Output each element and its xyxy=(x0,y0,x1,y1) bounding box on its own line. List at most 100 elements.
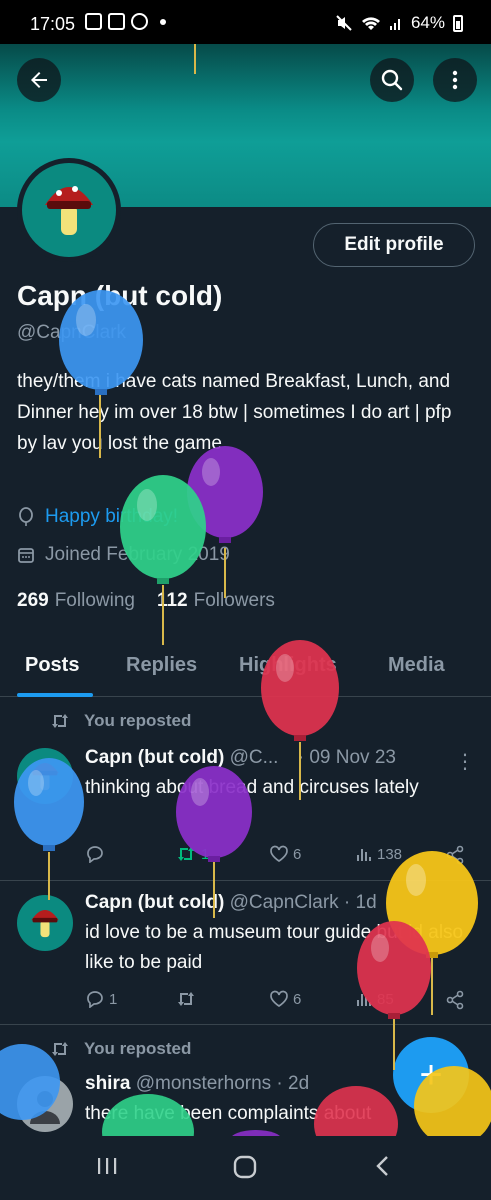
share-button[interactable] xyxy=(445,845,465,865)
signal-icon xyxy=(389,19,400,30)
twitch-notification-icon xyxy=(108,13,125,30)
repost-icon xyxy=(178,992,194,1006)
share-button[interactable] xyxy=(445,990,465,1010)
post-header: Capn (but cold) @CapnClark · 1d xyxy=(85,892,377,914)
balloon-icon xyxy=(19,507,33,526)
following-label: Following xyxy=(54,590,135,611)
home-button[interactable] xyxy=(232,1154,258,1185)
repost-label: You reposted xyxy=(84,711,192,730)
mute-icon xyxy=(336,15,352,31)
tab-replies[interactable]: Replies xyxy=(126,654,197,677)
view-count: 138 xyxy=(377,845,403,863)
edit-profile-button[interactable]: Edit profile xyxy=(313,223,475,267)
views-button[interactable]: 138 xyxy=(355,845,402,863)
joined-text: Joined February 2019 xyxy=(45,544,230,565)
tab-posts[interactable]: Posts xyxy=(25,654,79,677)
repost-indicator: You reposted xyxy=(50,711,191,731)
following-link[interactable]: 269 Following xyxy=(17,590,135,612)
system-back-button[interactable] xyxy=(372,1154,394,1183)
profile-tabs: Posts Replies Highlights Media xyxy=(0,640,491,697)
status-bar: 17:05 64% xyxy=(0,0,491,44)
followers-link[interactable]: 112 Followers xyxy=(157,590,275,612)
tab-highlights[interactable]: Highlights xyxy=(239,654,337,677)
repost-button[interactable]: 1 xyxy=(175,845,209,863)
avatar[interactable] xyxy=(17,895,73,951)
avatar[interactable] xyxy=(17,748,73,804)
mushroom-avatar-image xyxy=(45,186,93,235)
post-author-handle[interactable]: @CapnClark · 1d xyxy=(230,892,377,913)
post-author-name[interactable]: Capn (but cold) xyxy=(85,892,224,913)
post-more-icon[interactable]: ⋮ xyxy=(455,749,475,774)
profile-handle: @CapnClark xyxy=(17,322,127,343)
like-button[interactable]: 6 xyxy=(269,990,301,1008)
search-button[interactable] xyxy=(370,58,414,102)
compose-post-button[interactable]: + xyxy=(393,1037,469,1113)
reply-button[interactable] xyxy=(85,845,109,863)
views-button[interactable]: 85 xyxy=(355,990,394,1008)
profile-name: Capn (but cold) xyxy=(17,280,223,311)
analytics-icon xyxy=(357,849,371,861)
calendar-icon xyxy=(18,548,34,563)
repost-icon xyxy=(52,1042,68,1056)
repost-icon xyxy=(52,714,68,728)
repost-count: 1 xyxy=(201,845,210,863)
mushroom-avatar-image xyxy=(31,762,59,791)
reply-icon xyxy=(87,991,103,1008)
post-text[interactable]: thinking about bread and circuses lately xyxy=(85,773,470,803)
reply-button[interactable]: 1 xyxy=(85,990,117,1008)
post-divider xyxy=(0,880,491,881)
heart-icon xyxy=(270,990,288,1008)
birthday-text: Happy birthday! xyxy=(45,506,179,527)
repost-icon xyxy=(178,847,194,861)
profile-avatar-frame[interactable] xyxy=(17,158,121,262)
post-text[interactable]: id love to be a museum tour guide but id… xyxy=(85,918,470,978)
followers-label: Followers xyxy=(193,590,275,611)
person-avatar-image xyxy=(30,1091,60,1124)
share-icon xyxy=(446,845,464,865)
avatar[interactable] xyxy=(17,1076,73,1132)
joined-row: Joined February 2019 xyxy=(17,544,230,566)
post-header: shira @monsterhorns · 2d xyxy=(85,1073,309,1095)
post-date[interactable]: · 09 Nov 23 xyxy=(298,747,396,768)
post-author-name[interactable]: Capn (but cold) xyxy=(85,747,224,768)
more-vertical-icon xyxy=(452,70,458,90)
more-notifications-dot-icon xyxy=(160,18,166,25)
reply-icon xyxy=(87,846,103,863)
arrow-left-icon xyxy=(31,72,47,88)
share-icon xyxy=(446,990,464,1010)
repost-indicator: You reposted xyxy=(50,1039,191,1059)
like-button[interactable]: 6 xyxy=(269,845,301,863)
recent-apps-button[interactable] xyxy=(95,1154,119,1183)
avatar[interactable] xyxy=(22,163,116,257)
balloon-icon xyxy=(187,446,263,598)
reply-count: 1 xyxy=(109,990,118,1008)
like-count: 6 xyxy=(293,990,302,1008)
home-icon xyxy=(233,1155,257,1179)
following-count: 269 xyxy=(17,590,49,611)
more-options-button[interactable] xyxy=(433,58,477,102)
analytics-icon xyxy=(357,994,371,1006)
status-time: 17:05 xyxy=(30,14,76,34)
tab-media[interactable]: Media xyxy=(388,654,445,677)
post-author-name[interactable]: shira xyxy=(85,1073,130,1094)
email-notification-icon xyxy=(85,13,102,30)
follow-stats: 269 Following 112 Followers xyxy=(17,590,275,612)
search-icon xyxy=(381,69,403,91)
battery-icon xyxy=(453,14,463,32)
followers-count: 112 xyxy=(156,590,188,611)
mushroom-avatar-image xyxy=(31,909,59,938)
system-icons: 64% xyxy=(335,13,463,33)
birthday-row: Happy birthday! xyxy=(17,506,178,528)
notification-icons xyxy=(85,13,166,30)
battery-percent: 64% xyxy=(410,13,445,32)
active-tab-indicator xyxy=(17,693,93,697)
chevron-left-icon xyxy=(376,1156,388,1176)
post-author-handle[interactable]: @monsterhorns · 2d xyxy=(136,1073,309,1094)
post-author-handle[interactable]: @C... xyxy=(230,747,279,768)
back-button[interactable] xyxy=(17,58,61,102)
recent-apps-icon xyxy=(98,1158,117,1174)
repost-button[interactable] xyxy=(175,990,197,1008)
post-actions: 1 6 85 xyxy=(85,990,470,1014)
profile-bio: they/them i have cats named Breakfast, L… xyxy=(17,371,452,454)
repost-label: You reposted xyxy=(84,1039,192,1058)
